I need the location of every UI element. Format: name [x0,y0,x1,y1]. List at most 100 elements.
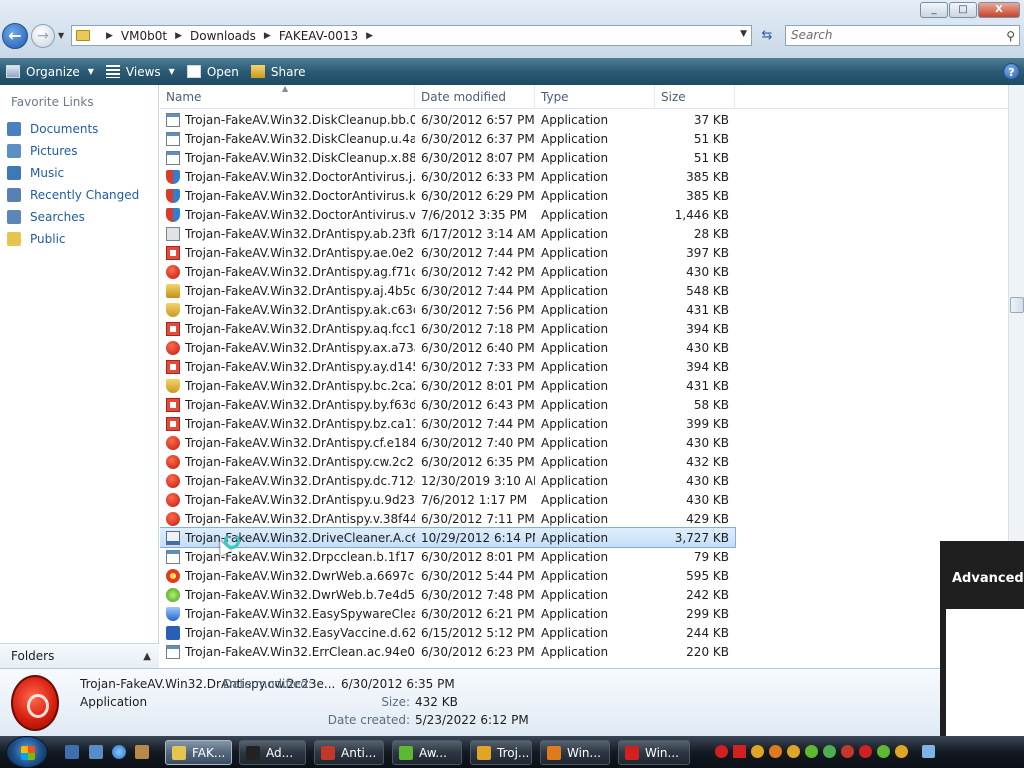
tray-warning-icon[interactable] [733,745,746,758]
file-name-cell[interactable]: Trojan-FakeAV.Win32.EasySpywareClean... [160,606,415,621]
column-header-type[interactable]: Type [535,85,655,109]
breadcrumb-chevron-icon[interactable]: ▶ [175,31,182,41]
table-row[interactable]: Trojan-FakeAV.Win32.DrAntispy.dc.712d...… [160,471,1008,490]
table-row[interactable]: Trojan-FakeAV.Win32.DrAntispy.ax.a73aa..… [160,338,1008,357]
column-header-size[interactable]: Size [655,85,735,109]
taskbar-button[interactable]: Aw... [392,740,462,765]
favorite-link[interactable]: Music [0,162,158,184]
favorite-link[interactable]: Searches [0,206,158,228]
column-header-date-modified[interactable]: Date modified [415,85,535,109]
file-name-cell[interactable]: Trojan-FakeAV.Win32.DrAntispy.u.9d23f... [160,492,415,507]
table-row[interactable]: Trojan-FakeAV.Win32.DrAntispy.by.f63df..… [160,395,1008,414]
tray-yellow-icon[interactable] [895,745,908,758]
table-row[interactable]: Trojan-FakeAV.Win32.DwrWeb.b.7e4d5c... 6/… [160,585,1008,604]
open-button[interactable]: Open [181,58,245,85]
table-row[interactable]: Trojan-FakeAV.Win32.DrAntispy.aj.4b5d3..… [160,281,1008,300]
taskbar-button[interactable]: Troj... [470,740,532,765]
file-name-cell[interactable]: Trojan-FakeAV.Win32.DrAntispy.ae.0e28... [160,245,415,260]
tray-alert-icon[interactable] [751,745,764,758]
tray-red-shield-icon[interactable] [715,745,728,758]
tray-green-icon[interactable] [877,745,890,758]
start-button[interactable] [6,736,48,768]
show-desktop-icon[interactable] [65,745,79,759]
taskbar-button[interactable]: Win... [540,740,610,765]
share-button[interactable]: Share [245,58,312,85]
breadcrumb-chevron-icon[interactable]: ▶ [366,31,373,41]
taskbar-button[interactable]: FAK... [165,740,232,765]
quick-launch-app-icon[interactable] [135,745,149,759]
forward-button[interactable]: → [31,24,55,48]
table-row[interactable]: Trojan-FakeAV.Win32.DoctorAntivirus.v...… [160,205,1008,224]
search-input[interactable]: Search ⚲ [785,25,1020,46]
file-name-cell[interactable]: Trojan-FakeAV.Win32.Drpcclean.b.1f178... [160,549,415,564]
search-icon[interactable]: ⚲ [1006,27,1015,46]
tray-shield-red-icon[interactable] [841,745,854,758]
taskbar-button[interactable]: Anti... [314,740,384,765]
file-name-cell[interactable]: Trojan-FakeAV.Win32.DrAntispy.dc.712d... [160,473,415,488]
breadcrumb-chevron-icon[interactable]: ▶ [106,31,113,41]
table-row[interactable]: Trojan-FakeAV.Win32.DrAntispy.ae.0e28...… [160,243,1008,262]
table-row[interactable]: Trojan-FakeAV.Win32.DrAntispy.v.38f446..… [160,509,1008,528]
table-row[interactable]: Trojan-FakeAV.Win32.DrAntispy.ak.c63d...… [160,300,1008,319]
tray-gear-icon[interactable] [769,745,782,758]
organize-button[interactable]: Organize ▼ [0,58,100,85]
file-name-cell[interactable]: Trojan-FakeAV.Win32.DrAntispy.aq.fcc13..… [160,321,415,336]
address-bar[interactable]: ▶ VM0b0t ▶ Downloads ▶ FAKEAV-0013 ▶ ▼ [71,25,752,46]
taskbar-button[interactable]: Win... [618,740,690,765]
table-row[interactable]: Trojan-FakeAV.Win32.DrAntispy.cf.e1842..… [160,433,1008,452]
table-row[interactable]: Trojan-FakeAV.Win32.DiskCleanup.bb.03...… [160,110,1008,129]
table-row[interactable]: Trojan-FakeAV.Win32.DiskCleanup.x.88c...… [160,148,1008,167]
favorite-link[interactable]: Pictures [0,140,158,162]
taskbar-button[interactable]: Ad... [239,740,306,765]
file-name-cell[interactable]: Trojan-FakeAV.Win32.DiskCleanup.u.4aa... [160,131,415,146]
breadcrumb-item[interactable]: Downloads [190,29,256,43]
back-button[interactable]: ← [2,23,28,49]
file-name-cell[interactable]: Trojan-FakeAV.Win32.DoctorAntivirus.v...… [160,207,415,222]
table-row[interactable]: Trojan-FakeAV.Win32.DoctorAntivirus.j.2.… [160,167,1008,186]
address-dropdown-icon[interactable]: ▼ [740,29,747,39]
file-name-cell[interactable]: Trojan-FakeAV.Win32.DrAntispy.cw.2c23... [160,454,415,469]
file-name-cell[interactable]: Trojan-FakeAV.Win32.DrAntispy.ak.c63d... [160,302,415,317]
file-name-cell[interactable]: Trojan-FakeAV.Win32.DrAntispy.ab.23fb... [160,226,415,241]
tray-network-icon[interactable] [922,745,935,758]
file-name-cell[interactable]: Trojan-FakeAV.Win32.DoctorAntivirus.j.2.… [160,169,415,184]
file-name-cell[interactable]: Trojan-FakeAV.Win32.DrAntispy.bz.ca11... [160,416,415,431]
tray-antivirus-icon[interactable] [859,745,872,758]
refresh-button[interactable]: ⇆ [756,26,778,46]
breadcrumb-chevron-icon[interactable]: ▶ [264,31,271,41]
file-name-cell[interactable]: Trojan-FakeAV.Win32.DrAntispy.aj.4b5d3..… [160,283,415,298]
breadcrumb-item[interactable]: FAKEAV-0013 [279,29,358,43]
file-name-cell[interactable]: Trojan-FakeAV.Win32.EasyVaccine.d.62a... [160,625,415,640]
table-row[interactable]: Trojan-FakeAV.Win32.DrAntispy.aq.fcc13..… [160,319,1008,338]
table-row[interactable]: Trojan-FakeAV.Win32.Drpcclean.b.1f178...… [160,547,1008,566]
table-row[interactable]: Trojan-FakeAV.Win32.ErrClean.ac.94e0c6..… [160,642,1008,661]
views-button[interactable]: Views ▼ [100,58,181,85]
background-dialog-window[interactable]: Advanced [940,541,1024,736]
file-name-cell[interactable]: Trojan-FakeAV.Win32.DrAntispy.by.f63df..… [160,397,415,412]
table-row[interactable]: Trojan-FakeAV.Win32.DoctorAntivirus.k...… [160,186,1008,205]
close-button[interactable]: X [978,2,1020,18]
table-row[interactable]: Trojan-FakeAV.Win32.DiskCleanup.u.4aa...… [160,129,1008,148]
file-name-cell[interactable]: Trojan-FakeAV.Win32.DrAntispy.ay.d145... [160,359,415,374]
table-row[interactable]: Trojan-FakeAV.Win32.DrAntispy.cw.2c23...… [160,452,1008,471]
file-name-cell[interactable]: Trojan-FakeAV.Win32.DriveCleaner.A.c6c..… [160,530,415,545]
tray-app-icon[interactable] [823,745,836,758]
table-row[interactable]: Trojan-FakeAV.Win32.DrAntispy.bc.2ca2...… [160,376,1008,395]
file-name-cell[interactable]: Trojan-FakeAV.Win32.DiskCleanup.bb.03... [160,112,415,127]
table-row[interactable]: Trojan-FakeAV.Win32.DrAntispy.ag.f71c...… [160,262,1008,281]
file-name-cell[interactable]: Trojan-FakeAV.Win32.DrAntispy.cf.e1842..… [160,435,415,450]
switch-windows-icon[interactable] [89,745,103,759]
file-name-cell[interactable]: Trojan-FakeAV.Win32.DiskCleanup.x.88c... [160,150,415,165]
table-row[interactable]: Trojan-FakeAV.Win32.DrAntispy.ab.23fb...… [160,224,1008,243]
file-name-cell[interactable]: Trojan-FakeAV.Win32.DrAntispy.ax.a73aa..… [160,340,415,355]
table-row[interactable]: Trojan-FakeAV.Win32.EasyVaccine.d.62a...… [160,623,1008,642]
table-row[interactable]: Trojan-FakeAV.Win32.DwrWeb.a.6697cc6... 6… [160,566,1008,585]
favorite-link[interactable]: Documents [0,118,158,140]
table-row[interactable]: Trojan-FakeAV.Win32.DrAntispy.u.9d23f...… [160,490,1008,509]
internet-explorer-icon[interactable] [112,745,126,759]
tray-green-plus-icon[interactable] [805,745,818,758]
file-name-cell[interactable]: Trojan-FakeAV.Win32.ErrClean.ac.94e0c6..… [160,644,415,659]
help-button[interactable]: ? [1003,63,1020,80]
file-name-cell[interactable]: Trojan-FakeAV.Win32.DrAntispy.ag.f71c... [160,264,415,279]
tray-shield-icon[interactable] [787,745,800,758]
